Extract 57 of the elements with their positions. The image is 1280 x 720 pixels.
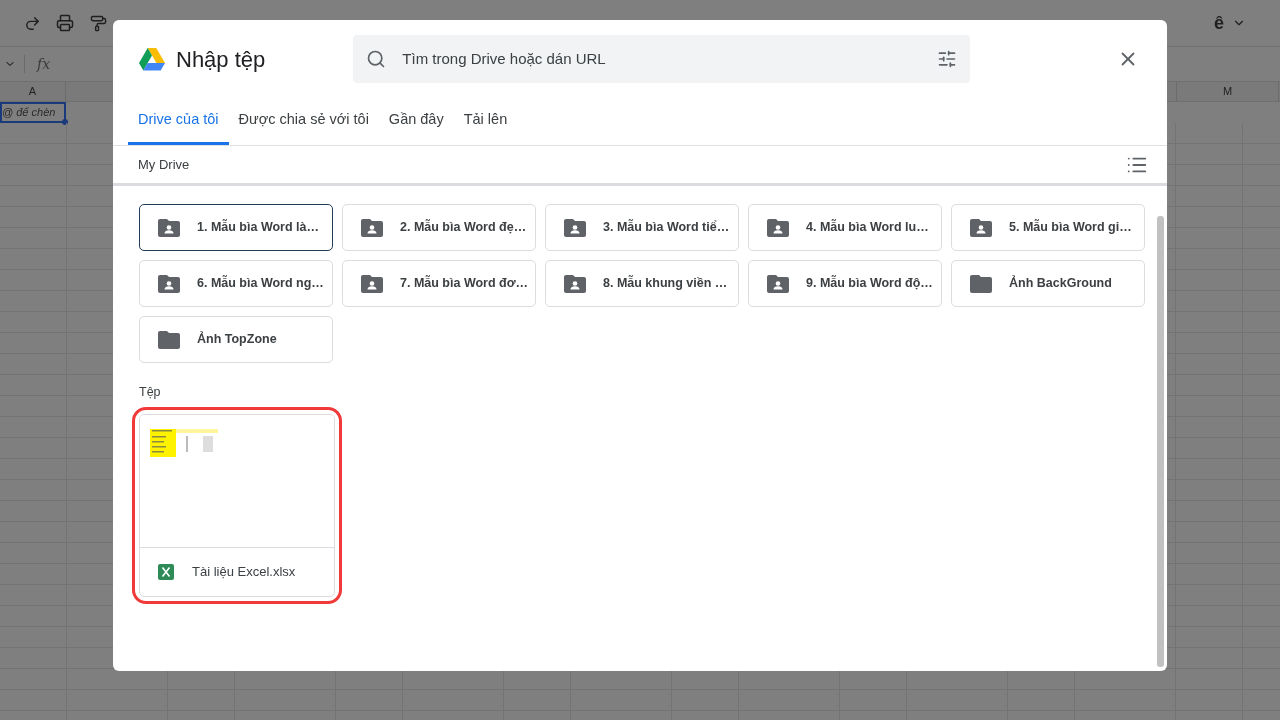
shared-folder-icon bbox=[361, 218, 383, 237]
folder-card[interactable]: 9. Mẫu bìa Word độ… bbox=[748, 260, 942, 307]
printer-icon[interactable] bbox=[56, 14, 74, 32]
folder-name: 7. Mẫu bìa Word đơ… bbox=[400, 274, 529, 293]
shared-folder-icon bbox=[767, 274, 789, 293]
search-field[interactable]: Tìm trong Drive hoặc dán URL bbox=[402, 47, 938, 71]
redo-icon[interactable] bbox=[24, 14, 41, 32]
column-header[interactable]: M bbox=[1222, 83, 1233, 100]
folder-name: 5. Mẫu bìa Word gi… bbox=[1009, 218, 1132, 237]
folder-card[interactable]: 2. Mẫu bìa Word đẹ… bbox=[342, 204, 536, 251]
drive-logo-icon bbox=[139, 47, 165, 71]
folder-card[interactable]: 4. Mẫu bìa Word lu… bbox=[748, 204, 942, 251]
text-input-tool[interactable]: ê bbox=[1214, 9, 1224, 37]
folder-name: Ảnh TopZone bbox=[197, 330, 277, 349]
folder-name: 1. Mẫu bìa Word là… bbox=[197, 218, 319, 237]
paint-roller-icon[interactable] bbox=[90, 14, 107, 32]
folder-name: Ảnh BackGround bbox=[1009, 274, 1112, 293]
shared-folder-icon bbox=[564, 218, 586, 237]
folder-card[interactable]: 1. Mẫu bìa Word là… bbox=[139, 204, 333, 251]
folder-icon bbox=[970, 274, 992, 293]
shared-folder-icon bbox=[158, 218, 180, 237]
file-card[interactable]: Tài liệu Excel.xlsx bbox=[139, 413, 335, 597]
folder-card[interactable]: 8. Mẫu khung viền … bbox=[545, 260, 739, 307]
tab[interactable]: Tải lên bbox=[453, 98, 518, 145]
section-heading: Tệp bbox=[139, 384, 161, 401]
shared-folder-icon bbox=[767, 218, 789, 237]
formula-label: fx bbox=[37, 54, 51, 74]
folder-icon bbox=[158, 330, 180, 349]
shared-folder-icon bbox=[564, 274, 586, 293]
scrollbar[interactable] bbox=[1156, 216, 1164, 667]
folder-name: 6. Mẫu bìa Word ng… bbox=[197, 274, 324, 293]
folder-card[interactable]: 7. Mẫu bìa Word đơ… bbox=[342, 260, 536, 307]
search-icon[interactable] bbox=[366, 49, 387, 69]
file-name: Tài liệu Excel.xlsx bbox=[192, 563, 296, 581]
folder-name: 9. Mẫu bìa Word độ… bbox=[806, 274, 933, 293]
tab[interactable]: Gần đây bbox=[378, 98, 454, 145]
column-header[interactable]: A bbox=[28, 83, 37, 100]
folder-name: 3. Mẫu bìa Word tiể… bbox=[603, 218, 730, 237]
shared-folder-icon bbox=[361, 274, 383, 293]
tab[interactable]: Drive của tôi bbox=[128, 98, 229, 145]
cell-text: @ để chèn bbox=[2, 105, 56, 121]
tab[interactable]: Được chia sẻ với tôi bbox=[228, 98, 379, 145]
folder-card[interactable]: Ảnh TopZone bbox=[139, 316, 333, 363]
spreadsheet-file-icon bbox=[158, 563, 174, 580]
breadcrumb[interactable]: My Drive bbox=[138, 154, 190, 175]
folder-card[interactable]: 3. Mẫu bìa Word tiể… bbox=[545, 204, 739, 251]
search-bar[interactable]: Tìm trong Drive hoặc dán URL bbox=[353, 35, 971, 83]
folder-name: 8. Mẫu khung viền … bbox=[603, 274, 728, 293]
folder-card[interactable]: Ảnh BackGround bbox=[951, 260, 1145, 307]
shared-folder-icon bbox=[158, 274, 180, 293]
folder-name: 2. Mẫu bìa Word đẹ… bbox=[400, 218, 527, 237]
dialog-title: Nhập tệp bbox=[176, 45, 266, 74]
shared-folder-icon bbox=[970, 218, 992, 237]
filter-icon[interactable] bbox=[937, 49, 958, 69]
folder-name: 4. Mẫu bìa Word lu… bbox=[806, 218, 929, 237]
folder-card[interactable]: 5. Mẫu bìa Word gi… bbox=[951, 204, 1145, 251]
folder-card[interactable]: 6. Mẫu bìa Word ng… bbox=[139, 260, 333, 307]
